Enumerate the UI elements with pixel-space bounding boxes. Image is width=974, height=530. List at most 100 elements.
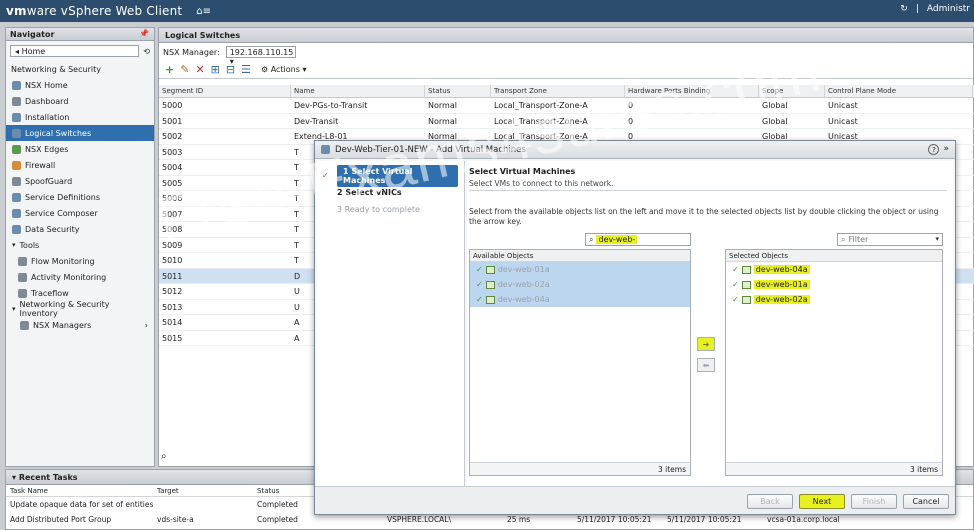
search-input[interactable]: ⌕ dev-web- <box>585 233 691 246</box>
task-cell: Add Distributed Port Group <box>10 515 112 524</box>
column-header[interactable]: Control Plane Mode <box>825 85 973 97</box>
remove-vm-icon[interactable]: ⊟ <box>226 63 235 76</box>
finish-button[interactable]: Finish <box>851 494 897 509</box>
nav-inventory-group[interactable]: ▾ Networking & Security Inventory <box>6 300 154 318</box>
list-item[interactable]: ✓ dev-web-02a <box>470 277 690 292</box>
table-cell: 5001 <box>162 116 183 126</box>
list-item[interactable]: ✓ dev-web-01a <box>470 262 690 277</box>
wizard-step[interactable]: 2 Select vNICs <box>317 184 464 201</box>
checkmark-icon: ✓ <box>732 295 739 304</box>
list-item[interactable]: ✓ dev-web-02a <box>726 292 942 307</box>
nav-item-service-definitions[interactable]: Service Definitions <box>6 189 154 205</box>
search-icon: ⌕ <box>589 234 594 244</box>
nav-item-label: Service Composer <box>25 208 98 218</box>
nav-item-flow-monitoring[interactable]: Flow Monitoring <box>6 253 154 269</box>
list-icon[interactable]: ☰ <box>241 63 251 76</box>
add-vm-dialog: Dev-Web-Tier-01-NEW - Add Virtual Machin… <box>314 140 956 515</box>
list-item[interactable]: ✓ dev-web-01a <box>726 277 942 292</box>
list-item[interactable]: ✓ dev-web-04a <box>470 292 690 307</box>
column-header[interactable]: Segment ID <box>159 85 291 97</box>
toolbar: + ✎ ✕ ⊞ ⊟ ☰ ⚙ Actions ▾ <box>159 61 973 79</box>
checkmark-icon: ✓ <box>732 280 739 289</box>
chevron-down-icon[interactable]: ▾ <box>935 235 939 243</box>
history-icon[interactable]: ⟲ <box>143 47 150 56</box>
table-cell: 5013 <box>162 302 183 312</box>
nav-item-nsx-managers[interactable]: NSX Managers › <box>6 317 154 333</box>
edit-icon[interactable]: ✎ <box>180 63 189 76</box>
instruction-text: Select from the available objects list o… <box>469 207 939 226</box>
move-left-button[interactable]: ⬅ <box>697 358 715 372</box>
move-right-button[interactable]: ➔ <box>697 337 715 351</box>
available-count: 3 items <box>470 462 690 475</box>
brand-logo: vmware vSphere Web Client <box>6 4 183 18</box>
table-cell: Local_Transport-Zone-A <box>494 116 588 126</box>
table-row[interactable]: 5001 Dev-Transit Normal Local_Transport-Zon… <box>159 114 974 129</box>
table-cell: 5012 <box>162 287 183 296</box>
service-definitions-icon <box>12 192 21 202</box>
activity-monitoring-icon <box>18 272 27 282</box>
add-icon[interactable]: + <box>165 63 174 76</box>
nav-item-nsx-edges[interactable]: NSX Edges <box>6 141 154 157</box>
nav-item-activity-monitoring[interactable]: Activity Monitoring <box>6 269 154 285</box>
list-item-label: dev-web-01a <box>753 280 810 289</box>
nav-item-firewall[interactable]: Firewall <box>6 157 154 173</box>
delete-icon[interactable]: ✕ <box>195 63 204 76</box>
wizard-step[interactable]: 3 Ready to complete <box>317 201 464 218</box>
nav-item-service-composer[interactable]: Service Composer <box>6 205 154 221</box>
task-column-header[interactable]: Target <box>153 485 253 496</box>
next-button[interactable]: Next <box>799 494 845 509</box>
table-cell: 5008 <box>162 225 183 234</box>
selected-objects-list: Selected Objects ✓ dev-web-04a ✓ dev-web-01… <box>725 249 943 476</box>
column-header[interactable]: Name <box>291 85 425 97</box>
column-header[interactable]: Scope <box>759 85 825 97</box>
nsx-manager-select[interactable]: 192.168.110.15 ▾ <box>225 46 296 66</box>
user-menu[interactable]: Administr <box>927 4 970 14</box>
nav-item-logical-switches[interactable]: Logical Switches <box>6 125 154 141</box>
pin-icon[interactable]: 📌 <box>139 29 149 38</box>
navigator-header: Navigator 📌 <box>6 28 154 41</box>
nav-item-label: Activity Monitoring <box>31 272 107 282</box>
flow-monitoring-icon <box>18 256 27 266</box>
logical-switches-icon <box>12 128 21 138</box>
refresh-icon[interactable]: ↻ <box>900 4 908 14</box>
nav-item-dashboard[interactable]: Dashboard <box>6 93 154 109</box>
table-cell: Global <box>762 101 788 110</box>
table-cell: Unicast <box>828 116 858 126</box>
nav-tools-group[interactable]: ▾ Tools <box>6 237 154 253</box>
expand-icon[interactable]: » <box>943 144 949 155</box>
service-composer-icon <box>12 208 21 218</box>
column-header[interactable]: Transport Zone <box>491 85 625 97</box>
home-icon[interactable]: ⌂≡ <box>196 6 211 17</box>
binoculars-icon[interactable]: ⌕ <box>161 451 167 462</box>
table-cell: 5010 <box>162 256 183 265</box>
table-cell: Normal <box>428 101 457 110</box>
list-item[interactable]: ✓ dev-web-04a <box>726 262 942 277</box>
help-icon[interactable]: ? <box>928 144 940 155</box>
nav-item-label: Traceflow <box>31 288 69 298</box>
filter-input[interactable]: ⌕ Filter ▾ <box>837 233 943 246</box>
table-cell: 0 <box>628 101 634 110</box>
nav-home-button[interactable]: ◂ Home <box>10 45 140 57</box>
column-header[interactable]: Status <box>425 85 491 97</box>
nav-item-traceflow[interactable]: Traceflow <box>6 285 154 301</box>
cancel-button[interactable]: Cancel <box>903 494 949 509</box>
task-column-header[interactable]: Task Name <box>6 485 153 496</box>
nav-item-data-security[interactable]: Data Security <box>6 221 154 237</box>
dialog-footer: Back Next Finish Cancel <box>315 486 955 514</box>
nav-item-label: SpoofGuard <box>25 176 73 186</box>
nav-item-installation[interactable]: Installation <box>6 109 154 125</box>
list-item-label: dev-web-04a <box>753 265 810 274</box>
nav-item-nsx-home[interactable]: NSX Home <box>6 77 154 93</box>
nav-item-spoofguard[interactable]: SpoofGuard <box>6 173 154 189</box>
dialog-title-bar: Dev-Web-Tier-01-NEW - Add Virtual Machin… <box>315 141 955 159</box>
wizard-step[interactable]: ✓ 1 Select Virtual Machines <box>317 164 464 187</box>
wizard-step-label: 1 Select Virtual Machines <box>337 164 458 187</box>
add-vm-icon[interactable]: ⊞ <box>211 63 220 76</box>
table-cell: 5014 <box>162 318 183 327</box>
table-cell: 5000 <box>162 101 183 110</box>
vm-icon <box>485 295 495 304</box>
back-button[interactable]: Back <box>747 494 793 509</box>
actions-menu[interactable]: ⚙ Actions ▾ <box>261 65 307 74</box>
table-row[interactable]: 5000 Dev-PGs-to-Transit Normal Local_Transp… <box>159 98 974 114</box>
column-header[interactable]: Hardware Ports Binding <box>625 85 759 97</box>
